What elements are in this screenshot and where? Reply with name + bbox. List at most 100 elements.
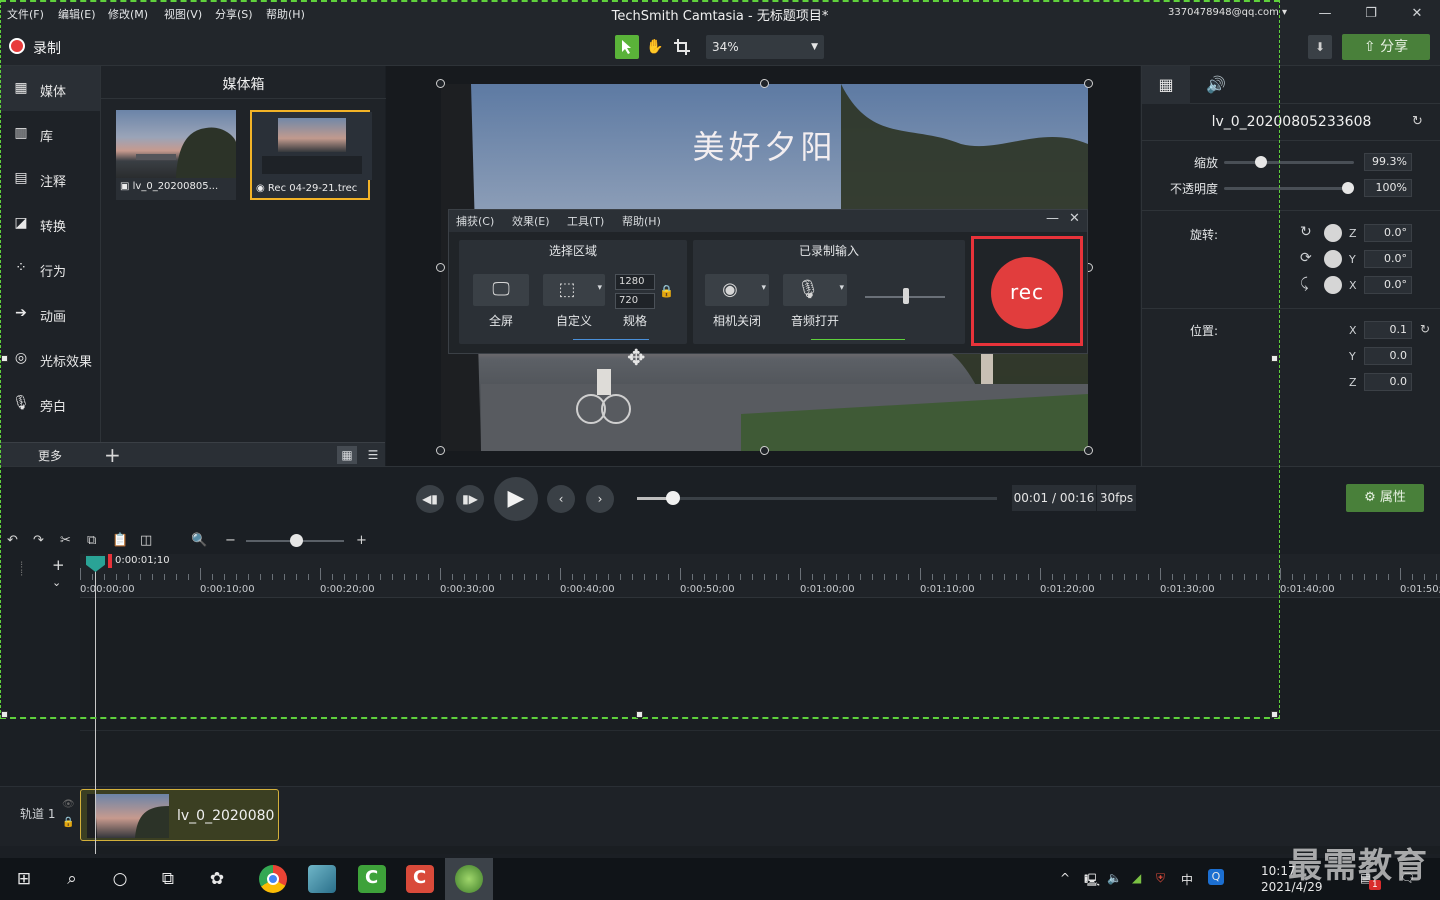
nvidia-icon[interactable]: ◢ xyxy=(1132,871,1141,885)
security-shield-icon[interactable]: ⛨ xyxy=(1156,871,1165,886)
chrome-icon[interactable] xyxy=(259,865,287,893)
recording-area-handle[interactable] xyxy=(1,355,8,362)
resize-handle[interactable] xyxy=(1084,446,1093,455)
sidebar-item-media[interactable]: ▦ 媒体 xyxy=(0,66,100,111)
network-icon[interactable]: 🖳 xyxy=(1084,871,1100,892)
fps-display[interactable]: 30fps xyxy=(1096,485,1136,511)
resize-handle[interactable] xyxy=(436,79,445,88)
timeline-zoom-knob[interactable] xyxy=(290,534,303,547)
scrub-track[interactable] xyxy=(637,497,997,500)
sidebar-item-transitions[interactable]: ◪ 转换 xyxy=(0,201,100,246)
resize-handle[interactable] xyxy=(436,446,445,455)
redo-icon[interactable]: ↷ xyxy=(33,533,44,548)
reset-icon[interactable]: ↻ xyxy=(1420,322,1430,336)
recording-area-handle[interactable] xyxy=(1271,355,1278,362)
visual-properties-tab-icon[interactable]: ▦ xyxy=(1142,66,1190,104)
menu-share[interactable]: 分享(S) xyxy=(215,6,253,22)
rotation-y-value[interactable]: 0.0° xyxy=(1364,250,1412,268)
ime-indicator[interactable]: 中 xyxy=(1181,871,1193,888)
height-input[interactable]: 720 xyxy=(615,293,655,309)
search-icon[interactable]: 🔍 xyxy=(191,533,207,548)
zoom-out-icon[interactable]: − xyxy=(225,533,236,548)
pan-hand-icon[interactable]: ✋ xyxy=(643,35,667,59)
sidebar-item-library[interactable]: ▥ 库 xyxy=(0,111,100,156)
recording-area-handle[interactable] xyxy=(1,711,8,718)
crop-icon[interactable] xyxy=(670,35,694,59)
rotation-x-value[interactable]: 0.0° xyxy=(1364,276,1412,294)
chevron-up-icon[interactable]: ^ xyxy=(1060,871,1070,885)
search-icon[interactable]: ⌕ xyxy=(60,868,84,890)
track-drag-handle-icon[interactable]: ⁝ ⁝ xyxy=(20,561,23,579)
recording-area-handle[interactable] xyxy=(636,711,643,718)
sidebar-item-animations[interactable]: ➔ 动画 xyxy=(0,291,100,336)
opacity-slider-track[interactable] xyxy=(1224,187,1354,190)
resize-handle[interactable] xyxy=(436,263,445,272)
menu-file[interactable]: 文件(F) xyxy=(7,6,44,22)
more-button[interactable]: 更多 xyxy=(38,447,62,464)
audio-toggle-button[interactable]: 🎙 ▾ xyxy=(783,274,847,306)
menu-edit[interactable]: 编辑(E) xyxy=(58,6,96,22)
eye-icon[interactable]: 👁 xyxy=(62,799,75,810)
recorder-menu-tools[interactable]: 工具(T) xyxy=(567,213,604,229)
camera-toggle-button[interactable]: ◉ ▾ xyxy=(705,274,769,306)
timeline-clip[interactable]: lv_0_2020080 xyxy=(80,789,279,841)
rotation-z-dial[interactable] xyxy=(1324,224,1342,242)
rotation-z-value[interactable]: 0.0° xyxy=(1364,224,1412,242)
account-menu[interactable]: 3370478948@qq.com ▾ xyxy=(1168,7,1287,18)
zoom-in-icon[interactable]: + xyxy=(356,533,367,548)
windows-start-icon[interactable]: ⊞ xyxy=(12,868,36,890)
reset-icon[interactable]: ↻ xyxy=(1412,114,1423,129)
grid-view-icon[interactable]: ▦ xyxy=(337,446,357,464)
rotation-y-dial[interactable] xyxy=(1324,250,1342,268)
rotation-x-dial[interactable] xyxy=(1324,276,1342,294)
restore-icon[interactable]: ❐ xyxy=(1356,3,1386,25)
next-clip-icon[interactable]: › xyxy=(586,485,614,513)
position-y-value[interactable]: 0.0 xyxy=(1364,347,1412,365)
audio-properties-tab-icon[interactable]: 🔊 xyxy=(1192,66,1240,104)
minimize-icon[interactable]: — xyxy=(1046,211,1059,226)
resize-handle[interactable] xyxy=(760,79,769,88)
sidebar-item-voice-narration[interactable]: 🎙 旁白 xyxy=(0,381,100,426)
opacity-value[interactable]: 100% xyxy=(1364,179,1412,197)
media-item[interactable]: ▣ lv_0_20200805... xyxy=(116,110,236,200)
list-view-icon[interactable]: ☰ xyxy=(363,446,383,464)
camtasia-recorder-icon[interactable]: C xyxy=(406,865,434,893)
close-icon[interactable]: ✕ xyxy=(1402,3,1432,25)
resize-handle[interactable] xyxy=(760,446,769,455)
previous-clip-icon[interactable]: ‹ xyxy=(547,485,575,513)
width-input[interactable]: 1280 xyxy=(615,274,655,290)
scale-value[interactable]: 99.3% xyxy=(1364,153,1412,171)
audio-level-slider[interactable] xyxy=(903,288,909,304)
menu-help[interactable]: 帮助(H) xyxy=(266,6,305,22)
step-forward-icon[interactable]: ▮▶ xyxy=(456,485,484,513)
undo-icon[interactable]: ↶ xyxy=(7,533,18,548)
position-z-value[interactable]: 0.0 xyxy=(1364,373,1412,391)
add-track-icon[interactable]: + xyxy=(52,556,65,574)
cortana-icon[interactable]: ○ xyxy=(108,868,132,890)
rec-button[interactable]: rec xyxy=(991,257,1063,329)
pinwheel-app-icon[interactable]: ✿ xyxy=(205,868,229,890)
recorder-menu-help[interactable]: 帮助(H) xyxy=(622,213,661,229)
scale-slider-knob[interactable] xyxy=(1254,156,1267,168)
paste-icon[interactable]: 📋 xyxy=(112,533,128,548)
arrow-tool-icon[interactable] xyxy=(615,35,639,59)
cut-icon[interactable]: ✂ xyxy=(60,533,71,548)
sidebar-item-annotations[interactable]: ▤ 注释 xyxy=(0,156,100,201)
volume-icon[interactable]: 🔈 xyxy=(1107,871,1122,885)
menu-view[interactable]: 视图(V) xyxy=(164,6,202,22)
sidebar-item-cursor-effects[interactable]: ◎ 光标效果 xyxy=(0,336,100,381)
zoom-select[interactable]: 34% ▼ xyxy=(706,35,824,59)
fullscreen-button[interactable]: 🖵 xyxy=(473,274,529,306)
share-button[interactable]: ⇧ 分享 xyxy=(1342,34,1430,60)
camtasia-green-icon[interactable]: C xyxy=(358,865,386,893)
chevron-down-icon[interactable]: ⌄ xyxy=(52,576,61,589)
custom-area-button[interactable]: ⬚ ▾ xyxy=(543,274,605,306)
minimize-icon[interactable]: — xyxy=(1310,3,1340,25)
close-icon[interactable]: ✕ xyxy=(1069,211,1080,226)
task-view-icon[interactable]: ⧉ xyxy=(156,868,180,890)
position-x-value[interactable]: 0.1 xyxy=(1364,321,1412,339)
scrub-knob[interactable] xyxy=(666,491,680,505)
media-item-selected[interactable]: ◉ Rec 04-29-21.trec xyxy=(250,110,372,200)
notes-app-icon[interactable] xyxy=(308,865,336,893)
add-icon[interactable]: + xyxy=(104,443,121,467)
